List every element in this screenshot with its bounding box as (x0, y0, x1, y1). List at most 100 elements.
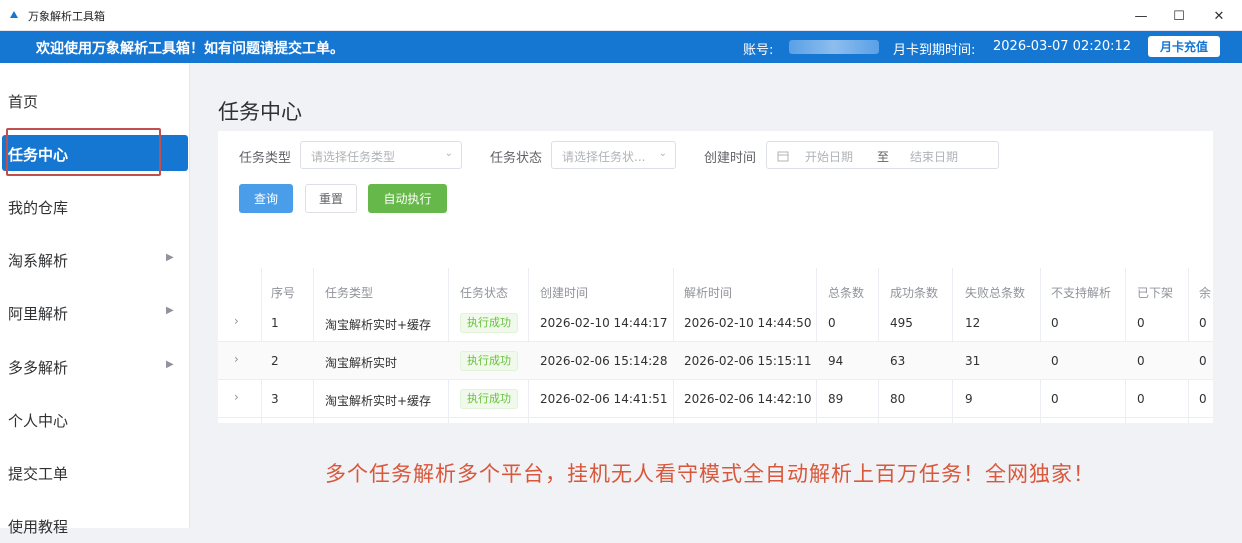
sidebar-item-label: 提交工单 (8, 465, 69, 483)
cell-rest: 0 (1199, 392, 1207, 406)
cell-created: 2026-02-06 14:41:51 (540, 392, 668, 406)
task-type-label: 任务类型 (239, 151, 292, 166)
query-button[interactable]: 查询 (239, 184, 293, 213)
expand-row-icon[interactable]: › (234, 314, 239, 328)
sidebar-item-taobao-parse[interactable]: 淘系解析 ▶ (0, 241, 190, 277)
cell-rest: 0 (1199, 354, 1207, 368)
maximize-button[interactable]: ☐ (1167, 4, 1191, 28)
task-type-placeholder: 请选择任务类型 (311, 150, 396, 164)
header-success: 成功条数 (890, 286, 939, 300)
cell-no: 2 (271, 354, 279, 368)
cell-type: 淘宝解析实时+缓存 (325, 394, 432, 408)
header-unsupported: 不支持解析 (1051, 286, 1112, 300)
cell-type: 淘宝解析实时 (325, 356, 398, 370)
status-badge: 执行成功 (460, 389, 518, 409)
close-button[interactable]: ✕ (1207, 4, 1231, 28)
task-table: 序号 任务类型 任务状态 创建时间 解析时间 总条数 成功条数 失败总条数 不支… (218, 268, 1213, 423)
header-no: 序号 (271, 286, 296, 300)
cell-no: 3 (271, 392, 279, 406)
account-value-redacted (789, 40, 879, 54)
minimize-button[interactable]: — (1129, 4, 1153, 28)
header-parsed: 解析时间 (684, 286, 733, 300)
cell-parsed: 2026-02-06 14:42:10 (684, 392, 812, 406)
main-content: 任务中心 任务类型 请选择任务类型 ⌄ 任务状态 请选择任务状... ⌄ 创建时… (200, 63, 1242, 528)
top-banner: 欢迎使用万象解析工具箱！如有问题请提交工单。 账号: 月卡到期时间: 2026-… (0, 31, 1242, 63)
task-status-placeholder: 请选择任务状... (562, 150, 646, 164)
sidebar-item-label: 多多解析 (8, 359, 69, 377)
task-type-select[interactable]: 请选择任务类型 ⌄ (300, 141, 462, 169)
header-failed: 失败总条数 (965, 286, 1026, 300)
sidebar-item-label: 淘系解析 (8, 252, 69, 270)
cell-total: 94 (828, 354, 844, 368)
recharge-button[interactable]: 月卡充值 (1148, 36, 1220, 57)
cell-removed: 0 (1137, 354, 1145, 368)
cell-unsupported: 0 (1051, 392, 1059, 406)
task-status-label: 任务状态 (490, 151, 543, 166)
expire-label: 月卡到期时间: (893, 43, 976, 58)
created-time-label: 创建时间 (704, 151, 757, 166)
page-title: 任务中心 (218, 100, 302, 124)
sidebar-item-home[interactable]: 首页 (0, 82, 190, 118)
cell-unsupported: 0 (1051, 316, 1059, 330)
sidebar-item-tutorial[interactable]: 使用教程 (0, 507, 190, 543)
date-range-picker[interactable]: 开始日期 至 结束日期 (766, 141, 999, 169)
calendar-icon (777, 151, 789, 162)
cell-created: 2026-02-10 14:44:17 (540, 316, 668, 330)
date-range-separator: 至 (877, 150, 890, 164)
header-total: 总条数 (828, 286, 865, 300)
status-badge: 执行成功 (460, 313, 518, 333)
header-removed: 已下架 (1137, 286, 1174, 300)
window-titlebar: 万象解析工具箱 — ☐ ✕ (0, 0, 1242, 31)
cell-removed: 0 (1137, 392, 1145, 406)
cell-failed: 31 (965, 354, 981, 368)
task-status-select[interactable]: 请选择任务状... ⌄ (551, 141, 676, 169)
cell-success: 63 (890, 354, 906, 368)
cell-type: 淘宝解析实时+缓存 (325, 318, 432, 332)
cell-no: 1 (271, 316, 279, 330)
sidebar-item-label: 阿里解析 (8, 305, 69, 323)
table-row[interactable]: › 1 淘宝解析实时+缓存 执行成功 2026-02-10 14:44:17 2… (218, 304, 1213, 342)
table-row[interactable]: › 3 淘宝解析实时+缓存 执行成功 2026-02-06 14:41:51 2… (218, 380, 1213, 418)
table-row[interactable]: › 2 淘宝解析实时 执行成功 2026-02-06 15:14:28 2026… (218, 342, 1213, 380)
sidebar-item-ali-parse[interactable]: 阿里解析 ▶ (0, 294, 190, 330)
promo-caption: 多个任务解析多个平台，挂机无人看守模式全自动解析上百万任务！全网独家！ (325, 462, 1095, 486)
header-type: 任务类型 (325, 286, 374, 300)
cell-rest: 0 (1199, 316, 1207, 330)
cell-failed: 9 (965, 392, 973, 406)
sidebar-item-profile[interactable]: 个人中心 (0, 401, 190, 437)
expand-arrow-icon: ▶ (166, 305, 174, 316)
start-date-input[interactable]: 开始日期 (805, 148, 853, 165)
app-icon (10, 11, 18, 18)
sidebar-item-label: 使用教程 (8, 518, 69, 536)
header-created: 创建时间 (540, 286, 589, 300)
account-label: 账号: (743, 43, 774, 58)
expand-row-icon[interactable]: › (234, 390, 239, 404)
reset-button[interactable]: 重置 (305, 184, 357, 213)
sidebar-item-label: 首页 (8, 93, 39, 111)
expand-arrow-icon: ▶ (166, 359, 174, 370)
cell-total: 0 (828, 316, 836, 330)
cell-removed: 0 (1137, 316, 1145, 330)
expire-value: 2026-03-07 02:20:12 (993, 39, 1132, 54)
cell-parsed: 2026-02-06 15:15:11 (684, 354, 812, 368)
cell-parsed: 2026-02-10 14:44:50 (684, 316, 812, 330)
header-status: 任务状态 (460, 286, 509, 300)
welcome-message: 欢迎使用万象解析工具箱！如有问题请提交工单。 (36, 41, 344, 57)
cell-failed: 12 (965, 316, 981, 330)
header-rest: 余 (1199, 286, 1212, 300)
sidebar-item-label: 我的仓库 (8, 199, 69, 217)
cell-unsupported: 0 (1051, 354, 1059, 368)
sidebar-item-pdd-parse[interactable]: 多多解析 ▶ (0, 348, 190, 384)
annotation-highlight-box (6, 128, 161, 176)
chevron-down-icon: ⌄ (658, 148, 667, 159)
end-date-input[interactable]: 结束日期 (910, 148, 958, 165)
sidebar-item-submit-ticket[interactable]: 提交工单 (0, 454, 190, 490)
auto-execute-button[interactable]: 自动执行 (368, 184, 447, 213)
sidebar-item-warehouse[interactable]: 我的仓库 (0, 188, 190, 224)
expand-row-icon[interactable]: › (234, 352, 239, 366)
window-title: 万象解析工具箱 (28, 10, 105, 23)
status-badge: 执行成功 (460, 351, 518, 371)
cell-created: 2026-02-06 15:14:28 (540, 354, 668, 368)
expand-arrow-icon: ▶ (166, 252, 174, 263)
sidebar-item-label: 个人中心 (8, 412, 69, 430)
